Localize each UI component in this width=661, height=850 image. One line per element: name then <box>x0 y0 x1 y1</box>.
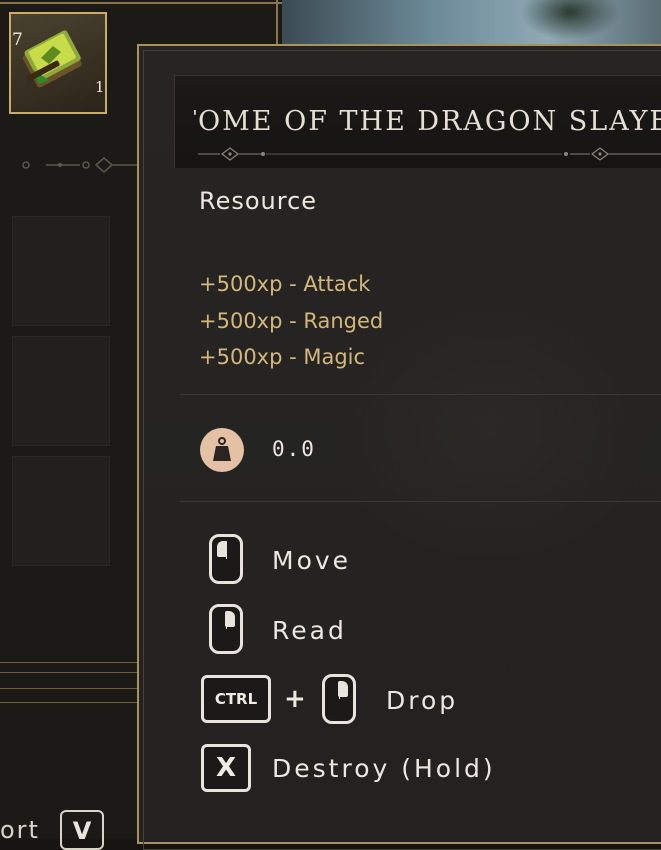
inventory-rule <box>0 662 140 663</box>
right-mouse-icon <box>322 674 356 724</box>
x-key-icon: X <box>201 744 251 792</box>
stat-line: +500xp - Attack <box>199 272 371 296</box>
left-mouse-icon <box>209 534 243 584</box>
inventory-slot-tome[interactable] <box>9 12 107 114</box>
item-title: TOME OF THE DRAGON SLAYER <box>194 106 661 137</box>
slot-quantity: 1 <box>95 78 105 96</box>
inventory-rule <box>0 672 140 673</box>
action-destroy: Destroy (Hold) <box>272 754 496 783</box>
weight-icon <box>200 428 244 472</box>
inventory-cell[interactable] <box>12 216 110 326</box>
section-divider <box>180 394 661 395</box>
item-weight: 0.0 <box>272 437 316 461</box>
action-read: Read <box>272 616 347 645</box>
section-divider <box>180 501 661 502</box>
item-title-text: TOME OF THE DRAGON SLAYER <box>194 106 661 137</box>
title-ornament <box>198 147 661 161</box>
background-tree <box>520 0 620 40</box>
inventory-border-right <box>276 0 278 50</box>
action-move: Move <box>272 546 352 575</box>
stat-line: +500xp - Ranged <box>199 309 384 333</box>
inventory-rule <box>0 688 140 689</box>
stat-line: +500xp - Magic <box>199 345 366 369</box>
inventory-ornament-divider <box>22 157 140 173</box>
bottom-hint-label: ort <box>0 816 40 844</box>
plus-sign: + <box>284 684 306 714</box>
green-book-icon <box>22 30 82 88</box>
inventory-rule <box>0 702 140 703</box>
action-drop: Drop <box>386 686 459 715</box>
slot-tier: 7 <box>12 30 23 50</box>
bottom-hint-key: V <box>60 810 104 850</box>
tooltip-watermark <box>330 300 650 560</box>
inventory-border <box>0 2 282 4</box>
item-category: Resource <box>199 187 318 215</box>
inventory-cell[interactable] <box>12 336 110 446</box>
ctrl-key-icon: CTRL <box>201 675 271 723</box>
right-mouse-icon <box>209 604 243 654</box>
inventory-cell[interactable] <box>12 456 110 566</box>
